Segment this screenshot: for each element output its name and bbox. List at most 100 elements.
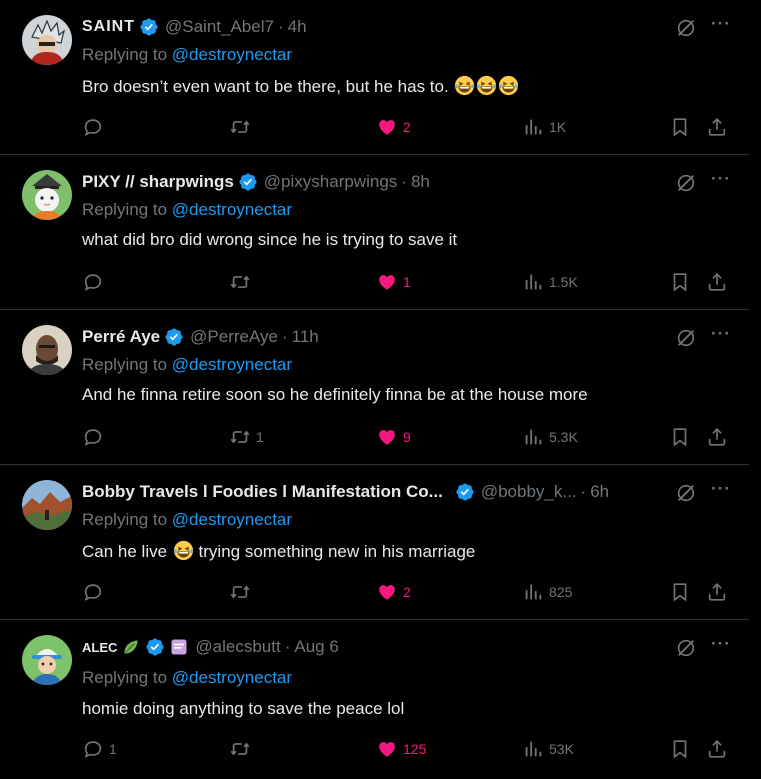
more-icon[interactable]: ··· [711,169,731,189]
bookmark-icon [669,271,691,293]
grok-icon[interactable] [675,637,697,659]
reply-button[interactable]: 1 [82,738,117,760]
bookmark-icon [669,426,691,448]
post-text-content: Bro doesn’t even want to be there, but h… [82,77,449,96]
share-button[interactable] [706,271,728,293]
share-button[interactable] [706,426,728,448]
display-name[interactable]: ALEC [82,640,117,655]
reply-post[interactable]: SAINT @Saint_Abel7 · 4h ··· Replying to … [0,0,749,155]
like-count: 9 [403,429,411,445]
bookmark-button[interactable] [669,426,691,448]
replying-to-label: Replying to [82,355,168,374]
bookmark-button[interactable] [669,271,691,293]
post-text: Can he live trying something new in his … [82,540,475,562]
mention-link[interactable]: @destroynectar [172,355,292,374]
share-button[interactable] [706,738,728,760]
repost-button[interactable]: 1 [229,426,264,448]
share-button[interactable] [706,581,728,603]
views-button[interactable]: 1K [522,116,566,138]
like-button[interactable]: 2 [376,581,411,603]
laughing-emoji [173,540,194,561]
timestamp[interactable]: 11h [292,327,319,347]
reply-button[interactable] [82,581,109,603]
heart-icon [376,738,398,760]
post-text: And he finna retire soon so he definitel… [82,385,588,404]
reply-button[interactable] [82,116,109,138]
views-button[interactable]: 5.3K [522,426,578,448]
username[interactable]: @pixysharpwings [264,172,397,192]
avatar[interactable] [22,170,72,220]
repost-button[interactable] [229,271,256,293]
more-icon[interactable]: ··· [711,479,731,499]
display-name[interactable]: Bobby Travels l Foodies l Manifestation … [82,482,443,502]
views-button[interactable]: 825 [522,581,572,603]
timestamp[interactable]: 8h [411,172,430,192]
post-header: PIXY // sharpwings @pixysharpwings · 8h [82,171,749,193]
reply-post[interactable]: Perré Aye @PerreAye · 11h ··· Replying t… [0,310,749,465]
views-button[interactable]: 1.5K [522,271,578,293]
reply-feed: SAINT @Saint_Abel7 · 4h ··· Replying to … [0,0,761,779]
grok-icon[interactable] [675,327,697,349]
separator-dot: · [401,172,407,191]
timestamp[interactable]: Aug 6 [294,637,338,657]
mention-link[interactable]: @destroynectar [172,200,292,219]
repost-icon [229,738,251,760]
like-button[interactable]: 125 [376,738,426,760]
username[interactable]: @bobby_k... [481,482,577,502]
avatar[interactable] [22,480,72,530]
more-icon[interactable]: ··· [711,324,731,344]
avatar[interactable] [22,325,72,375]
post-text-after: trying something new in his marriage [198,542,476,561]
views-icon [522,426,544,448]
avatar[interactable] [22,635,72,685]
reply-button[interactable] [82,271,109,293]
timestamp[interactable]: 6h [590,482,609,502]
views-icon [522,581,544,603]
action-bar: 2 1K [0,116,749,138]
display-name[interactable]: PIXY // sharpwings [82,172,234,192]
repost-count: 1 [256,429,264,445]
timestamp[interactable]: 4h [288,17,307,37]
heart-icon [376,581,398,603]
mention-link[interactable]: @destroynectar [172,510,292,529]
username[interactable]: @PerreAye [190,327,278,347]
repost-button[interactable] [229,738,256,760]
username[interactable]: @Saint_Abel7 [165,17,274,37]
grok-icon[interactable] [675,17,697,39]
username[interactable]: @alecsbutt [195,637,280,657]
replying-to-label: Replying to [82,510,168,529]
share-icon [706,581,728,603]
avatar[interactable] [22,15,72,65]
bookmark-button[interactable] [669,116,691,138]
more-icon[interactable]: ··· [711,14,731,34]
repost-button[interactable] [229,116,256,138]
share-icon [706,426,728,448]
reply-post[interactable]: PIXY // sharpwings @pixysharpwings · 8h … [0,155,749,310]
views-button[interactable]: 53K [522,738,574,760]
display-name[interactable]: Perré Aye [82,327,160,347]
bookmark-button[interactable] [669,581,691,603]
reply-post[interactable]: Bobby Travels l Foodies l Manifestation … [0,465,749,620]
like-button[interactable]: 1 [376,271,411,293]
bookmark-button[interactable] [669,738,691,760]
views-icon [522,271,544,293]
separator-dot: · [277,17,284,36]
separator-dot: · [284,637,291,656]
share-button[interactable] [706,116,728,138]
verified-badge-icon [139,17,159,37]
mention-link[interactable]: @destroynectar [172,45,292,64]
display-name[interactable]: SAINT [82,18,135,36]
reply-button[interactable] [82,426,109,448]
repost-button[interactable] [229,581,256,603]
verified-badge-icon [164,327,184,347]
id-badge-icon [171,639,187,655]
like-button[interactable]: 2 [376,116,411,138]
reply-post[interactable]: ALEC @alecsbutt · Aug 6 ··· Replying to … [0,620,749,779]
grok-icon[interactable] [675,482,697,504]
like-count: 125 [403,741,427,757]
like-button[interactable]: 9 [376,426,411,448]
mention-link[interactable]: @destroynectar [172,668,292,687]
more-icon[interactable]: ··· [711,634,731,654]
action-bar: 2 825 [0,581,749,603]
grok-icon[interactable] [675,172,697,194]
